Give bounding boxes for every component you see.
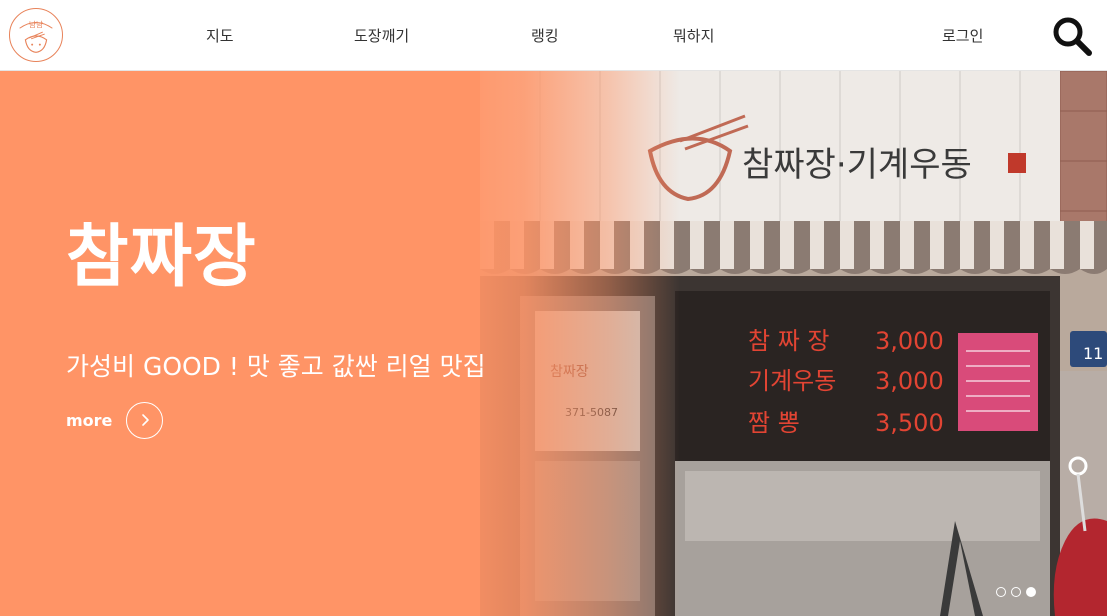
photo-menu-name: 참 짜 장 (748, 327, 830, 355)
more-button[interactable]: more (66, 401, 164, 439)
nav-ranking[interactable]: 랭킹 (531, 25, 559, 47)
hero-banner: 참짜장·기계우동 참짜장 3,000 기계우동 3,000 짬 뽕 3,500 … (0, 71, 1107, 616)
nav-map[interactable]: 지도 (206, 25, 234, 47)
more-label: more (66, 410, 113, 430)
restaurant-logo-icon[interactable]: 냠냠 (9, 8, 63, 62)
search-icon[interactable] (1050, 14, 1094, 58)
photo-menu-price: 3,000 (875, 327, 944, 355)
hero-gradient-overlay (440, 71, 680, 616)
slide-dot-1[interactable] (996, 587, 1006, 597)
storefront-sign-text: 참짜장·기계우동 (742, 145, 972, 185)
hero-title: 참짜장 (66, 218, 257, 297)
login-link[interactable]: 로그인 (942, 25, 983, 47)
svg-text:냠냠: 냠냠 (29, 19, 43, 29)
site-header: 냠냠 지도 도장깨기 랭킹 뭐하지 로그인 (0, 0, 1107, 71)
nav-what-to-do[interactable]: 뭐하지 (673, 25, 714, 47)
nav-stamp-challenge[interactable]: 도장깨기 (354, 25, 409, 47)
slide-pagination (996, 587, 1036, 597)
photo-menu-name: 기계우동 (748, 367, 836, 395)
hero-subtitle: 가성비 GOOD ! 맛 좋고 값싼 리얼 맛집 (66, 352, 486, 381)
photo-menu-price: 3,000 (875, 367, 944, 395)
slide-dot-2[interactable] (1011, 587, 1021, 597)
photo-address-number: 11 (1083, 344, 1103, 363)
chevron-right-icon[interactable] (126, 401, 164, 439)
photo-menu-name: 짬 뽕 (748, 409, 800, 437)
photo-menu-price: 3,500 (875, 409, 944, 437)
slide-dot-3[interactable] (1026, 587, 1036, 597)
